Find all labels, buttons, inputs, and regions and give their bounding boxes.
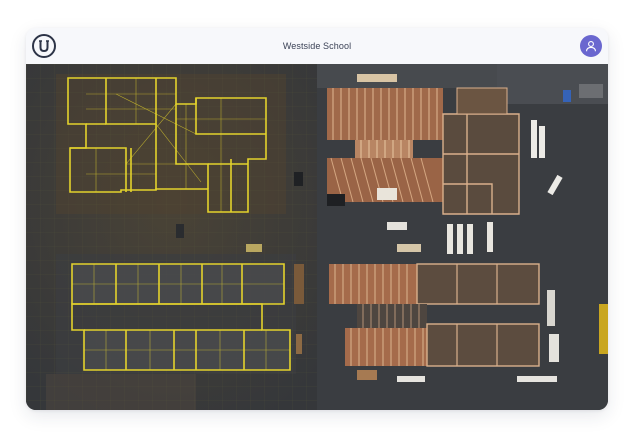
- top-bar: Westside School: [26, 28, 608, 64]
- user-avatar-button[interactable]: [580, 35, 602, 57]
- project-title: Westside School: [282, 41, 352, 51]
- u-logo-icon[interactable]: [32, 34, 56, 58]
- user-icon: [586, 41, 596, 52]
- site-comparison-viewer[interactable]: [26, 64, 608, 410]
- construction-aerial-pane[interactable]: [317, 64, 608, 410]
- app-window: Westside School: [26, 28, 608, 410]
- blueprint-overlay-pane[interactable]: [26, 64, 317, 410]
